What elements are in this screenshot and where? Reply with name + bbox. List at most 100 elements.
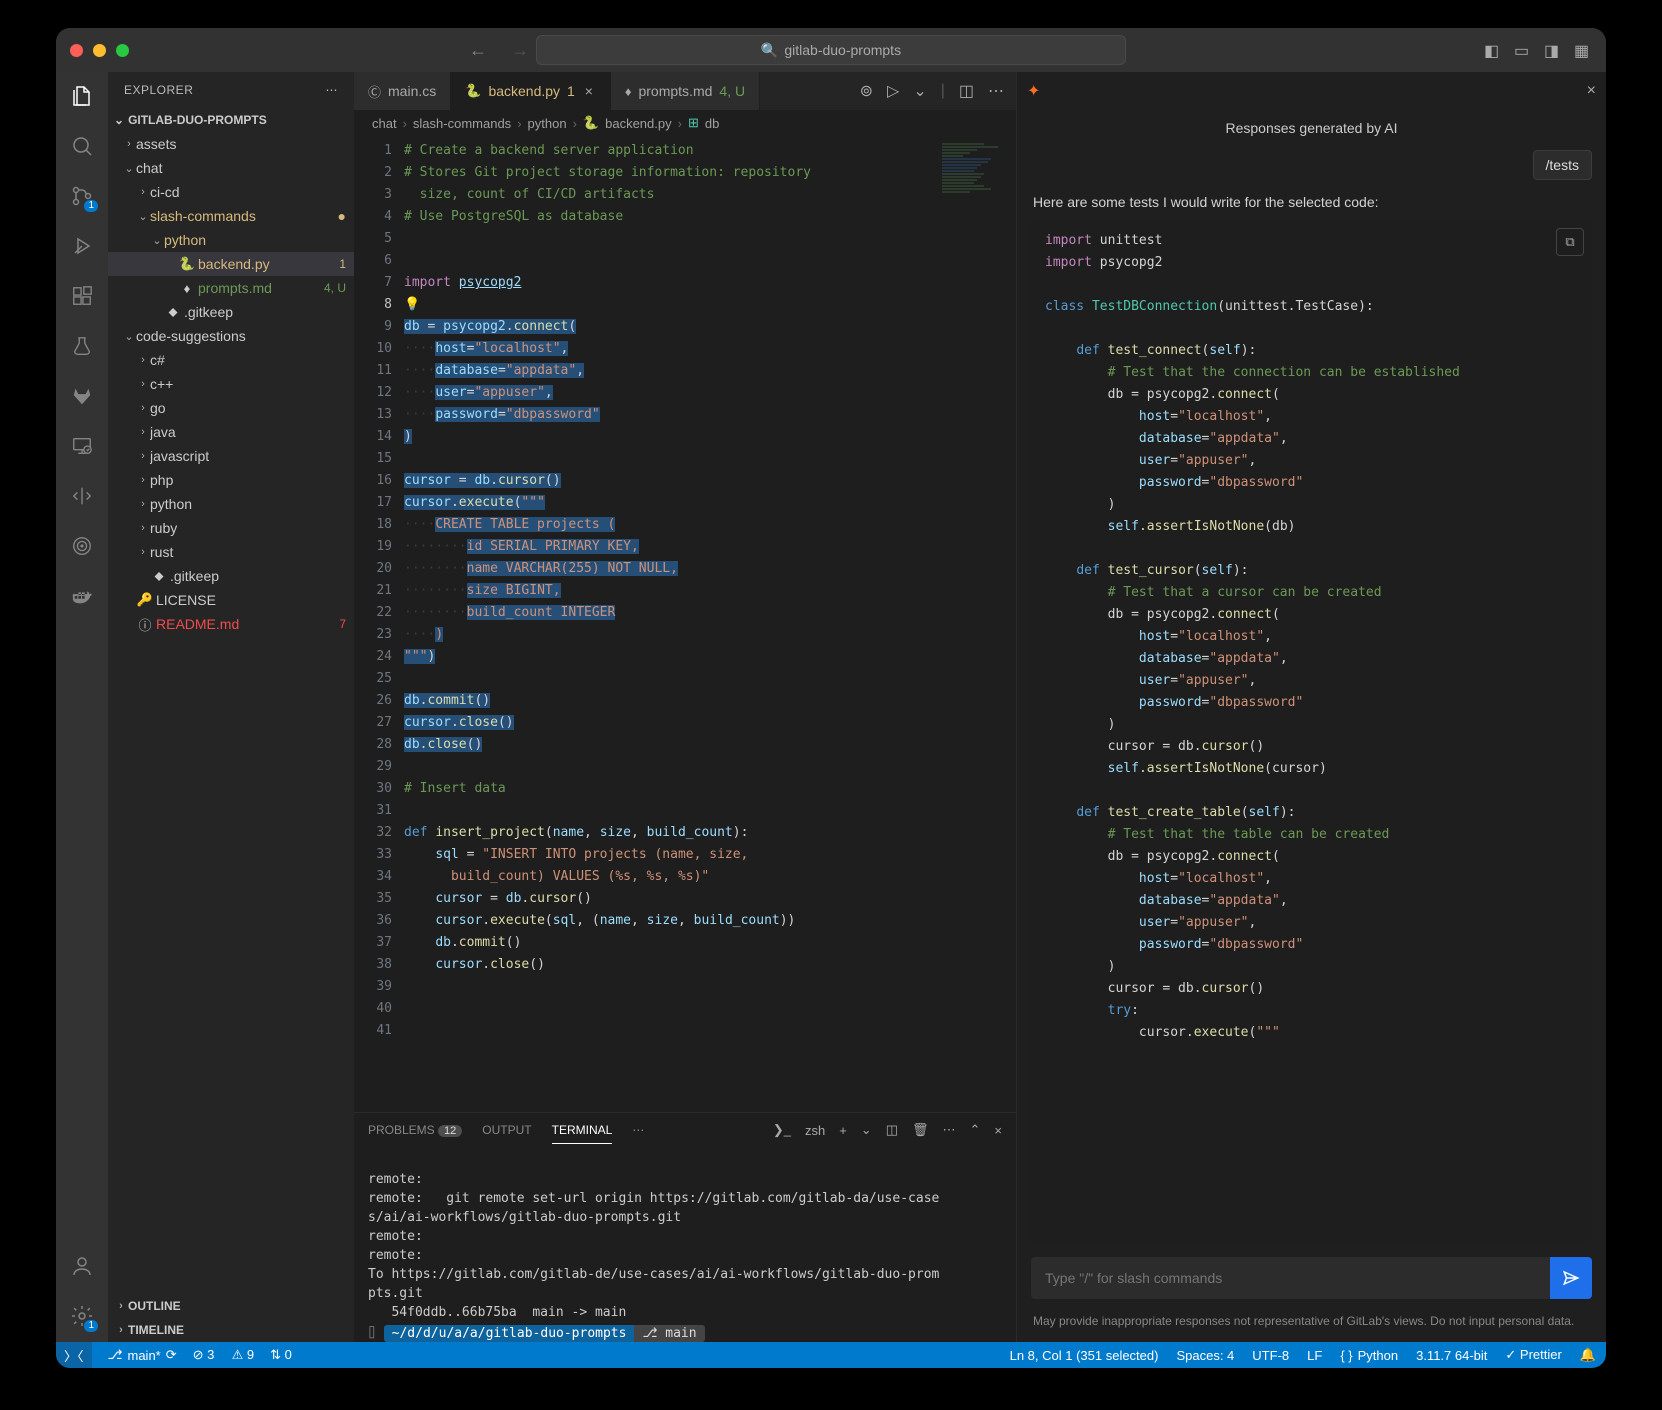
new-terminal-icon[interactable]: + [839,1123,847,1138]
folder-rust[interactable]: ›rust [108,540,354,564]
folder-go[interactable]: ›go [108,396,354,420]
breadcrumb-item[interactable]: backend.py [605,116,672,131]
breadcrumb-item[interactable]: python [528,116,567,131]
send-button[interactable] [1550,1257,1592,1299]
folder-php[interactable]: ›php [108,468,354,492]
explorer-sidebar: EXPLORER ⋯ ⌄ GITLAB-DUO-PROMPTS ›assets⌄… [108,72,354,1342]
terminal-dropdown-icon[interactable]: ⌄ [861,1122,872,1138]
run-dropdown-icon[interactable]: ⌄ [913,81,926,101]
editor[interactable]: 1234567891011121314151617181920212223242… [354,136,1016,1112]
close-panel-icon[interactable]: × [994,1123,1002,1138]
folder-javascript[interactable]: ›javascript [108,444,354,468]
breadcrumb-item[interactable]: slash-commands [413,116,511,131]
folder-ruby[interactable]: ›ruby [108,516,354,540]
file-.gitkeep[interactable]: ⬥.gitkeep [108,564,354,588]
close-tab-icon[interactable]: × [582,83,596,99]
breadcrumbs[interactable]: chat›slash-commands›python›🐍 backend.py›… [354,110,1016,136]
close-window-icon[interactable] [70,44,83,57]
nav-forward-icon[interactable]: → [511,40,529,61]
ports-indicator[interactable]: ⇅ 0 [270,1347,292,1363]
maximize-panel-icon[interactable]: ⌃ [970,1122,981,1138]
minimize-window-icon[interactable] [93,44,106,57]
panel-more-icon[interactable]: ⋯ [632,1123,644,1137]
target-icon[interactable] [68,532,96,560]
folder-assets[interactable]: ›assets [108,132,354,156]
ai-code-content[interactable]: import unittest import psycopg2 class Te… [1045,230,1578,1044]
breadcrumb-item[interactable]: chat [372,116,397,131]
folder-java[interactable]: ›java [108,420,354,444]
tab-backend.py[interactable]: 🐍backend.py1× [451,72,611,110]
folder-c#[interactable]: ›c# [108,348,354,372]
folder-ci-cd[interactable]: ›ci-cd [108,180,354,204]
file-backend.py[interactable]: 🐍backend.py1 [108,252,354,276]
minimap[interactable] [938,136,1016,1112]
docker-icon[interactable] [68,582,96,610]
run-config-icon[interactable]: ⊚ [860,81,873,101]
file-README.md[interactable]: ⓘREADME.md7 [108,612,354,636]
terminal-tab[interactable]: TERMINAL [552,1123,613,1144]
terminal-content[interactable]: remote: remote: git remote set-url origi… [354,1147,1016,1342]
search-icon[interactable] [68,132,96,160]
folder-chat[interactable]: ⌄chat [108,156,354,180]
remote-explorer-icon[interactable] [68,432,96,460]
settings-icon[interactable]: 1 [68,1302,96,1330]
explorer-more-icon[interactable]: ⋯ [326,83,339,97]
gitlab-icon[interactable] [68,382,96,410]
chevron-icon: › [136,186,150,198]
language-mode[interactable]: { } Python [1340,1347,1398,1363]
layout-panel-icon[interactable]: ▭ [1514,41,1532,59]
testing-icon[interactable] [68,332,96,360]
code-content[interactable]: # Create a backend server application# S… [404,136,938,1112]
tab-prompts.md[interactable]: ♦prompts.md4, U [611,72,760,110]
accounts-icon[interactable] [68,1252,96,1280]
problems-indicator[interactable]: ⊘ 3 ⚠ 9 [193,1347,254,1363]
source-control-icon[interactable]: 1 [68,182,96,210]
close-ai-icon[interactable]: × [1587,82,1596,100]
layout-secondary-icon[interactable]: ◨ [1544,41,1562,59]
layout-primary-icon[interactable]: ◧ [1484,41,1502,59]
problems-tab[interactable]: PROBLEMS 12 [368,1123,462,1137]
folder-slash-commands[interactable]: ⌄slash-commands● [108,204,354,228]
folder-c++[interactable]: ›c++ [108,372,354,396]
encoding[interactable]: UTF-8 [1252,1347,1289,1363]
timeline-section[interactable]: ›TIMELINE [108,1318,354,1342]
file-icon: ♦ [625,84,632,99]
python-version[interactable]: 3.11.7 64-bit [1416,1347,1487,1363]
breadcrumb-item[interactable]: db [705,116,719,131]
branch-indicator[interactable]: ⎇ main* ⟳ [108,1347,177,1363]
copy-code-icon[interactable]: ⧉ [1556,228,1584,256]
command-center[interactable]: 🔍 gitlab-duo-prompts [536,35,1126,65]
ai-input[interactable] [1031,1257,1550,1299]
file-prompts.md[interactable]: ♦prompts.md4, U [108,276,354,300]
output-tab[interactable]: OUTPUT [482,1123,531,1137]
gitlens-icon[interactable] [68,482,96,510]
notifications-icon[interactable]: 🔔 [1580,1347,1596,1363]
folder-python[interactable]: ⌄python [108,228,354,252]
editor-more-icon[interactable]: ⋯ [988,81,1004,101]
maximize-window-icon[interactable] [116,44,129,57]
file-tree: ›assets⌄chat›ci-cd⌄slash-commands●⌄pytho… [108,132,354,1294]
nav-back-icon[interactable]: ← [469,40,487,61]
file-LICENSE[interactable]: 🔑LICENSE [108,588,354,612]
prettier-status[interactable]: ✓ Prettier [1505,1347,1561,1363]
indentation[interactable]: Spaces: 4 [1176,1347,1234,1363]
layout-customize-icon[interactable]: ▦ [1574,41,1592,59]
split-editor-icon[interactable]: ◫ [959,81,974,101]
file-.gitkeep[interactable]: ⬥.gitkeep [108,300,354,324]
split-terminal-icon[interactable]: ◫ [886,1122,898,1138]
run-debug-icon[interactable] [68,232,96,260]
cursor-position[interactable]: Ln 8, Col 1 (351 selected) [1010,1347,1159,1363]
kill-terminal-icon[interactable]: 🗑 [912,1122,929,1138]
remote-indicator[interactable]: 〉〈 [56,1342,92,1368]
eol[interactable]: LF [1307,1347,1322,1363]
terminal-overflow-icon[interactable]: ⋯ [943,1122,956,1138]
run-icon[interactable]: ▷ [887,81,899,101]
explorer-icon[interactable] [68,82,96,110]
terminal-shell-icon[interactable]: ❯_ [773,1122,791,1138]
project-section[interactable]: ⌄ GITLAB-DUO-PROMPTS [108,108,354,132]
outline-section[interactable]: ›OUTLINE [108,1294,354,1318]
folder-code-suggestions[interactable]: ⌄code-suggestions [108,324,354,348]
tab-main.cs[interactable]: Ⓒmain.cs [354,72,451,110]
folder-python[interactable]: ›python [108,492,354,516]
extensions-icon[interactable] [68,282,96,310]
